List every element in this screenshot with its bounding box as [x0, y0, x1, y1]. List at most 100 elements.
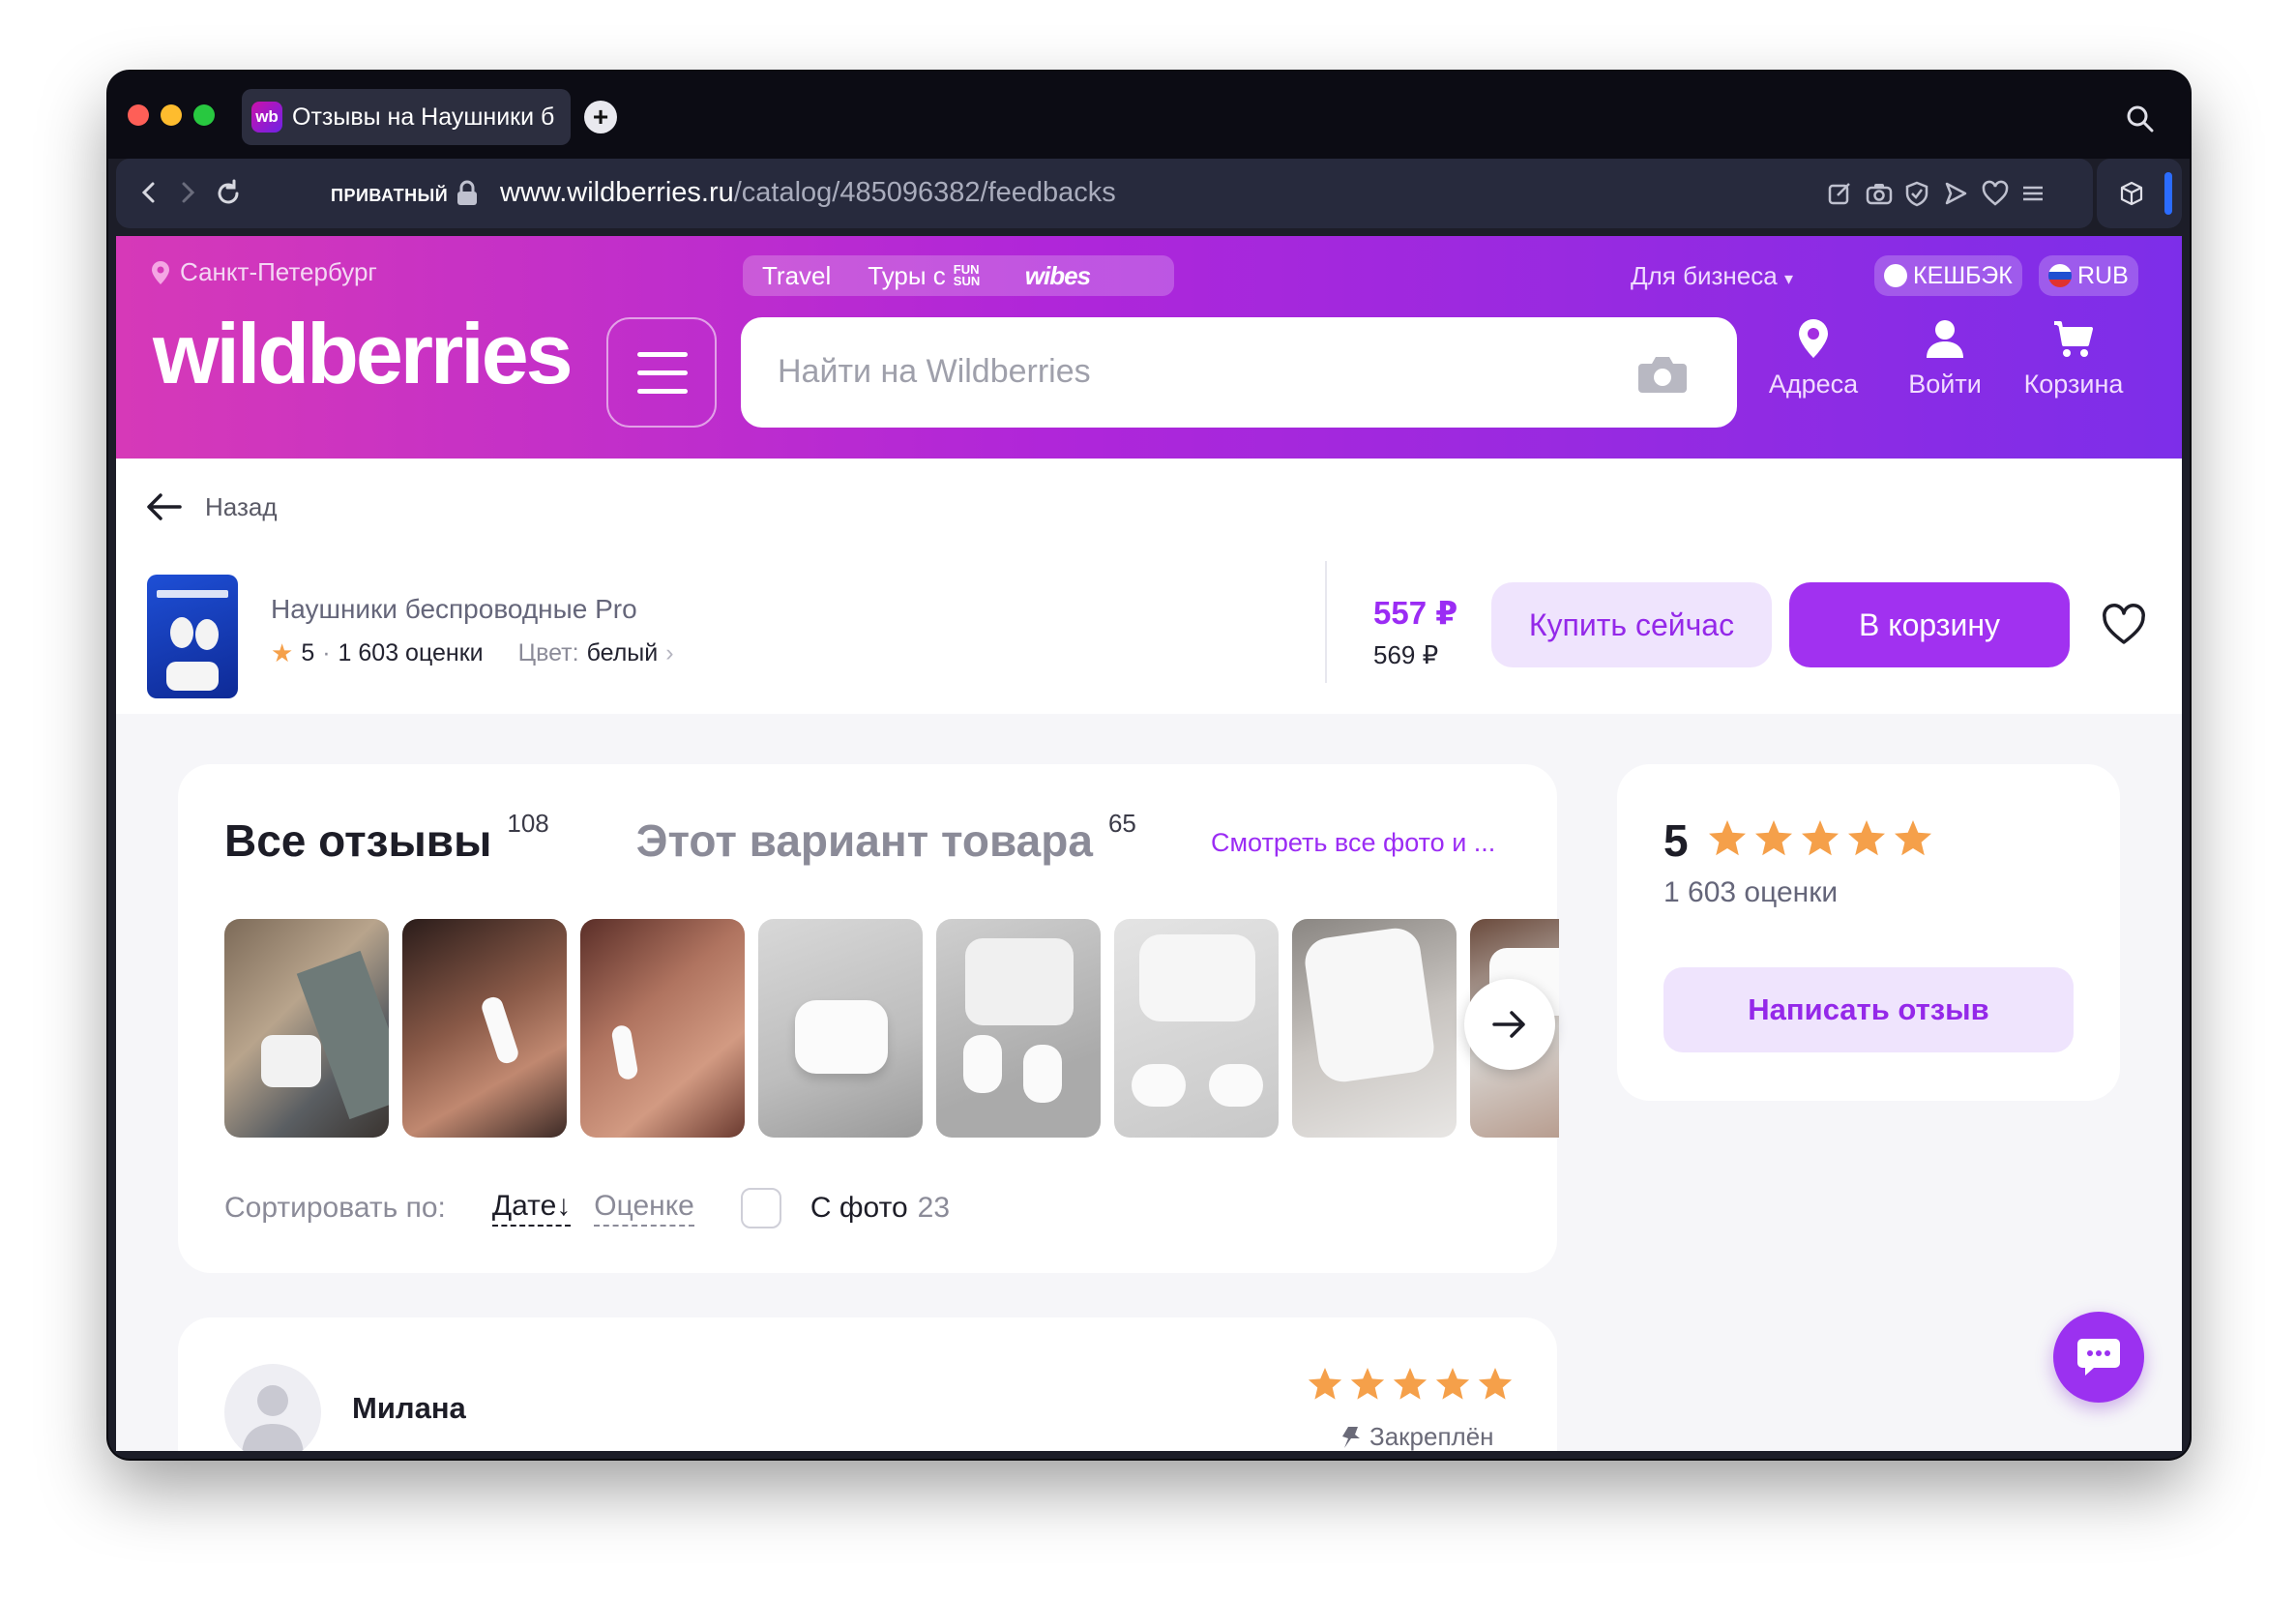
login-link[interactable]: Войти	[1892, 317, 1998, 400]
dot-separator: ·	[322, 639, 331, 666]
see-all-photos-link[interactable]: Смотреть все фото и ...	[1211, 828, 1495, 858]
lock-icon[interactable]	[455, 180, 480, 207]
url-domain: www.wildberries.ru	[500, 177, 734, 208]
summary-ratings-count: 1 603 оценки	[1663, 876, 1839, 908]
pinned-text: Закреплён	[1369, 1422, 1494, 1451]
tab-all-reviews[interactable]: Все отзывы 108	[224, 809, 549, 867]
review-photo[interactable]	[1292, 919, 1457, 1138]
catalog-menu-button[interactable]	[606, 317, 717, 428]
search-tabs-icon[interactable]	[2126, 104, 2155, 133]
star-icon	[1478, 1368, 1513, 1400]
zoom-window-button[interactable]	[193, 104, 215, 126]
favorite-heart-icon[interactable]	[2101, 604, 2147, 646]
product-bar: Назад Наушники беспроводные Pro ★ 5 · 1 …	[116, 459, 2182, 714]
edit-page-icon[interactable]	[1826, 180, 1853, 207]
sort-label: Сортировать по:	[224, 1192, 446, 1224]
url-field[interactable]: www.wildberries.ru/catalog/485096382/fee…	[500, 177, 1116, 209]
review-photo[interactable]	[580, 919, 745, 1138]
star-icon	[1801, 820, 1839, 856]
city-selector[interactable]: Санкт-Петербург	[151, 257, 377, 287]
star-icon	[1393, 1368, 1428, 1400]
summary-stars	[1708, 820, 1931, 856]
buy-now-button[interactable]: Купить сейчас	[1491, 582, 1772, 667]
sort-date-label: Дате	[491, 1190, 557, 1222]
wildberries-favicon-icon: wb	[251, 102, 282, 133]
business-menu[interactable]: Для бизнеса ▾	[1631, 261, 1793, 291]
russia-flag-icon	[2048, 264, 2072, 287]
funsun-logo: FUN SUN	[953, 262, 981, 288]
summary-rating: 5	[1663, 814, 1936, 867]
cart-icon	[2054, 321, 2093, 357]
arrow-left-icon	[147, 493, 182, 520]
back-label: Назад	[205, 491, 278, 521]
tab-variant-count: 65	[1107, 809, 1136, 838]
travel-link[interactable]: Travel	[762, 261, 831, 291]
with-photo-checkbox[interactable]	[740, 1188, 781, 1228]
send-icon[interactable]	[1942, 180, 1969, 207]
product-name[interactable]: Наушники беспроводные Pro	[271, 594, 637, 625]
product-thumbnail[interactable]	[147, 575, 238, 698]
star-icon	[1435, 1368, 1470, 1400]
search-input[interactable]	[778, 346, 1609, 397]
forward-nav-icon[interactable]	[174, 178, 201, 207]
sort-by-date[interactable]: Дате↓	[491, 1190, 572, 1227]
review-photo[interactable]	[936, 919, 1101, 1138]
review-author[interactable]: Милана	[352, 1391, 466, 1426]
tours-link[interactable]: Туры с FUN SUN	[868, 261, 988, 291]
next-photos-button[interactable]	[1464, 979, 1555, 1070]
title-bar: wb Отзывы на Наушники б +	[108, 72, 2190, 159]
sidebar-indicator[interactable]	[2164, 172, 2172, 215]
write-review-button[interactable]: Написать отзыв	[1663, 967, 2074, 1052]
sort-by-rating[interactable]: Оценке	[594, 1190, 694, 1227]
star-icon: ★	[271, 638, 294, 667]
currency-selector[interactable]: RUB	[2039, 255, 2138, 296]
star-icon	[1847, 820, 1885, 856]
minimize-window-button[interactable]	[161, 104, 182, 126]
cube-extension-icon[interactable]	[2118, 180, 2145, 207]
promo-links: Travel Туры с FUN SUN wibes	[743, 255, 1174, 296]
site-header: Санкт-Петербург Travel Туры с FUN SUN wib…	[116, 236, 2182, 459]
close-window-button[interactable]	[128, 104, 149, 126]
back-link[interactable]: Назад	[145, 491, 278, 522]
color-label: Цвет:	[517, 639, 579, 666]
color-value: белый	[586, 639, 659, 666]
back-nav-icon[interactable]	[135, 178, 162, 207]
wibes-link[interactable]: wibes	[1025, 261, 1091, 291]
login-label: Войти	[1908, 370, 1982, 399]
wildberries-logo[interactable]: wildberries	[153, 311, 574, 397]
currency-label: RUB	[2077, 261, 2129, 289]
heart-bookmark-icon[interactable]	[1981, 180, 2010, 207]
tab-all-label: Все отзывы	[224, 815, 492, 866]
chevron-down-icon: ▾	[1783, 269, 1793, 288]
browser-tab[interactable]: wb Отзывы на Наушники б	[242, 89, 571, 145]
avatar	[224, 1364, 321, 1451]
review-photo[interactable]	[402, 919, 567, 1138]
camera-search-icon[interactable]	[1636, 352, 1689, 395]
location-pin-icon	[1799, 319, 1828, 358]
business-label: Для бизнеса	[1631, 261, 1778, 290]
cashback-button[interactable]: КЕШБЭК	[1874, 255, 2022, 296]
camera-screenshot-icon[interactable]	[1865, 180, 1894, 207]
add-to-cart-button[interactable]: В корзину	[1789, 582, 2070, 667]
color-selector[interactable]: Цвет: белый ›	[518, 639, 674, 667]
star-icon	[1754, 820, 1792, 856]
addresses-label: Адреса	[1768, 370, 1859, 399]
divider	[1325, 561, 1327, 683]
shield-icon[interactable]	[1903, 180, 1930, 207]
reload-icon[interactable]	[213, 178, 244, 209]
review-photo[interactable]	[1114, 919, 1279, 1138]
tab-title: Отзывы на Наушники б	[292, 103, 555, 131]
cashback-icon	[1884, 264, 1907, 287]
review-photo[interactable]	[758, 919, 923, 1138]
review-photo[interactable]	[224, 919, 389, 1138]
product-rating: 5	[301, 639, 315, 666]
address-toolbar: ПРИВАТНЫЙ www.wildberries.ru/catalog/485…	[116, 159, 2093, 228]
addresses-link[interactable]: Адреса	[1760, 317, 1867, 400]
with-photo-label[interactable]: С фото	[810, 1192, 908, 1225]
menu-settings-icon[interactable]	[2019, 180, 2046, 207]
support-chat-button[interactable]	[2053, 1312, 2144, 1403]
cart-link[interactable]: Корзина	[2016, 317, 2132, 400]
new-tab-button[interactable]: +	[584, 101, 617, 133]
star-icon	[1708, 820, 1746, 856]
tab-this-variant[interactable]: Этот вариант товара 65	[636, 809, 1136, 867]
